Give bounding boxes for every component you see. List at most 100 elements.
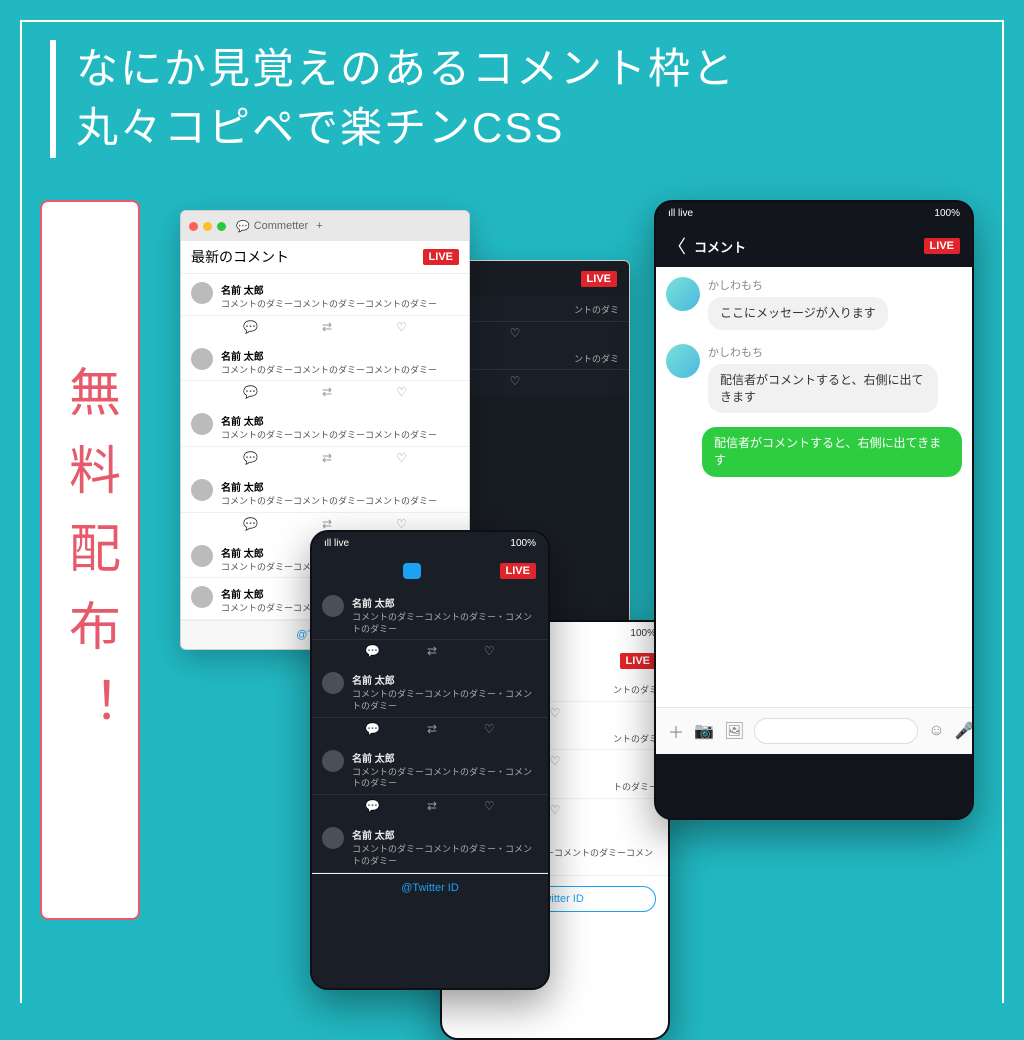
live-badge: LIVE [500,563,536,579]
comment-name: 名前 太郎 [221,479,459,494]
comment-name: 名前 太郎 [221,348,459,363]
message-user: かしわもち [708,344,962,360]
message-area: かしわもち ここにメッセージが入ります かしわもち 配信者がコメントすると、右側… [656,267,972,707]
battery-label: 100% [510,538,536,549]
live-badge: LIVE [620,653,656,669]
new-tab-button[interactable]: + [316,220,322,232]
avatar [191,413,213,435]
comment-row: 名前 太郎 コメントのダミーコメントのダミー・コメントのダミー [312,819,548,872]
comment-name: 名前 太郎 [221,413,459,428]
comment-row: 名前 太郎 コメントのダミーコメントのダミー・コメントのダミー [312,587,548,640]
heart-icon: ♡ [550,754,561,768]
message-input[interactable] [754,718,918,744]
avatar [191,348,213,370]
heart-icon: ♡ [510,326,521,340]
live-badge: LIVE [924,238,960,254]
message-row-self: 配信者がコメントすると、右側に出てきます [666,427,962,477]
comment-list: 名前 太郎 コメントのダミーコメントのダミー・コメントのダミー 💬 ⇄ ♡ 名前… [312,587,548,873]
retweet-icon[interactable]: ⇄ [427,799,437,813]
reply-icon[interactable]: 💬 [365,799,380,813]
reply-icon[interactable]: 💬 [243,320,258,334]
speech-icon: 💬 [236,220,250,233]
avatar [322,827,344,849]
comment-actions: 💬 ⇄ ♡ [181,316,469,340]
comment-text: コメントのダミーコメントのダミーコメントのダミー [221,299,459,311]
comment-row: 名前 太郎 コメントのダミーコメントのダミー・コメントのダミー [312,664,548,717]
tab-label[interactable]: Commetter [254,220,308,232]
twitter-id-link[interactable]: @Twitter ID [312,873,548,902]
comment-row: 名前 太郎 コメントのダミーコメントのダミーコメントのダミー [181,274,469,316]
traffic-lights [189,222,226,231]
camera-icon[interactable]: 📷 [694,721,714,741]
phone-line-style: ıll live 100% 〈 コメント LIVE かしわもち ここにメッセージ… [654,200,974,820]
retweet-icon[interactable]: ⇄ [322,517,332,531]
header-line2: 丸々コピペで楽チンCSS [76,104,564,151]
heart-icon[interactable]: ♡ [484,799,495,813]
phone-header: LIVE [312,555,548,587]
heart-icon: ♡ [510,374,521,388]
live-badge: LIVE [581,271,617,287]
window-tabs: 💬 Commetter + [181,211,469,241]
comment-text: コメントのダミーコメントのダミー・コメントのダミー [352,844,538,867]
comment-text: コメントのダミーコメントのダミー・コメントのダミー [352,612,538,635]
retweet-icon[interactable]: ⇄ [427,722,437,736]
avatar [666,277,700,311]
retweet-icon[interactable]: ⇄ [322,451,332,465]
reply-icon[interactable]: 💬 [243,385,258,399]
reply-icon[interactable]: 💬 [243,517,258,531]
heart-icon[interactable]: ♡ [484,722,495,736]
close-icon[interactable] [189,222,198,231]
heart-icon[interactable]: ♡ [396,385,407,399]
avatar [191,545,213,567]
image-icon[interactable]: 🖼 [724,721,744,741]
plus-icon[interactable]: ＋ [668,719,684,743]
maximize-icon[interactable] [217,222,226,231]
avatar [322,595,344,617]
phone-header: 〈 コメント LIVE [656,225,972,267]
live-badge: LIVE [423,249,459,265]
avatar [666,344,700,378]
comment-text: コメントのダミーコメントのダミーコメントのダミー [221,430,459,442]
emoji-icon[interactable]: ☺ [928,722,944,740]
status-bar: ıll live 100% [656,202,972,225]
reply-icon[interactable]: 💬 [365,644,380,658]
message-bubble: 配信者がコメントすると、右側に出てきます [708,364,938,414]
free-badge: 無料配布！ [40,200,140,920]
reply-icon[interactable]: 💬 [243,451,258,465]
comment-actions: 💬 ⇄ ♡ [312,795,548,819]
message-row: かしわもち 配信者がコメントすると、右側に出てきます [666,344,962,414]
window-header: 最新のコメント LIVE [181,241,469,274]
comment-actions: 💬 ⇄ ♡ [312,718,548,742]
avatar [191,282,213,304]
reply-icon[interactable]: 💬 [365,722,380,736]
heart-icon[interactable]: ♡ [484,644,495,658]
retweet-icon[interactable]: ⇄ [322,385,332,399]
avatar [322,750,344,772]
comment-name: 名前 太郎 [352,595,538,610]
comment-text: コメントのダミーコメントのダミー・コメントのダミー [352,689,538,712]
comment-name: 名前 太郎 [352,750,538,765]
header-accent-bar [50,40,56,158]
retweet-icon[interactable]: ⇄ [322,320,332,334]
back-icon[interactable]: 〈 [668,233,686,259]
header: なにか見覚えのあるコメント枠と 丸々コピペで楽チンCSS [50,40,984,158]
comment-row: 名前 太郎 コメントのダミーコメントのダミーコメントのダミー [181,405,469,447]
heart-icon[interactable]: ♡ [396,517,407,531]
heart-icon[interactable]: ♡ [396,320,407,334]
minimize-icon[interactable] [203,222,212,231]
window-title: 最新のコメント [191,247,289,267]
comment-text: コメントのダミーコメントのダミー・コメントのダミー [352,767,538,790]
retweet-icon[interactable]: ⇄ [427,644,437,658]
message-bubble: ここにメッセージが入ります [708,297,888,330]
heart-icon[interactable]: ♡ [396,451,407,465]
comment-text: コメントのダミーコメントのダミーコメントのダミー [221,365,459,377]
status-bar: ıll live 100% [312,532,548,555]
comment-name: 名前 太郎 [221,282,459,297]
header-title: コメント [694,237,746,256]
heart-icon: ♡ [550,803,561,817]
signal-label: ıll live [324,538,349,549]
mic-icon[interactable]: 🎤 [955,721,974,741]
battery-label: 100% [630,628,656,639]
heart-icon: ♡ [550,706,561,720]
header-text: なにか見覚えのあるコメント枠と 丸々コピペで楽チンCSS [76,40,736,158]
